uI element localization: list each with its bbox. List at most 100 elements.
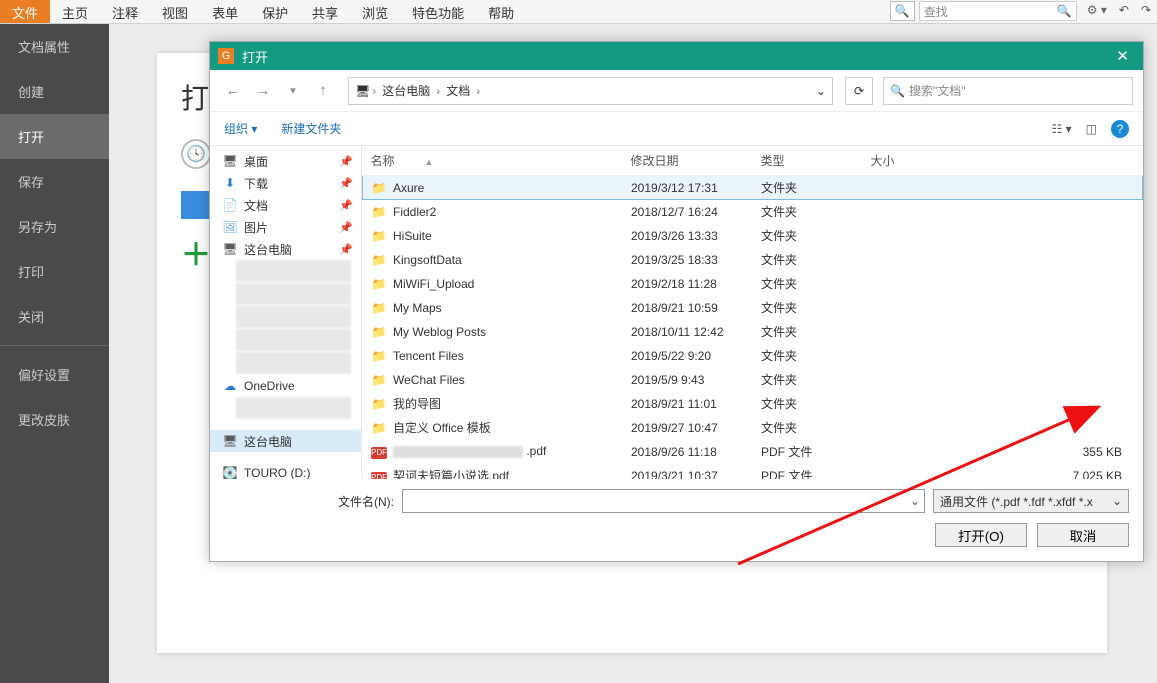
sidebar-item-saveas[interactable]: 另存为	[0, 204, 109, 249]
ribbon-tab-annotate[interactable]: 注释	[100, 0, 150, 23]
sidebar-item-print[interactable]: 打印	[0, 249, 109, 294]
ribbon-search-input[interactable]: 查找 🔍	[919, 1, 1077, 21]
dialog-nav-bar: ← → ▾ ↑ 🖥 › 这台电脑 › 文档 › ⌄ ⟳ 🔍 搜索"文档"	[210, 70, 1143, 112]
sidebar-item-save[interactable]: 保存	[0, 159, 109, 204]
search-icon-button[interactable]: 🔍	[890, 1, 915, 21]
close-icon[interactable]: ✕	[1110, 47, 1135, 65]
newfolder-button[interactable]: 新建文件夹	[281, 120, 341, 137]
filetype-text: 通用文件 (*.pdf *.fdf *.xfdf *.x	[940, 493, 1093, 510]
folder-tree[interactable]: 🖥桌面📌⬇下载📌📄文档📌🖼图片📌🖥这台电脑📌☁OneDrive🖥这台电脑💽TOU…	[210, 146, 362, 479]
folder-icon: 📁	[371, 253, 387, 267]
nav-up-icon[interactable]: ↑	[310, 78, 336, 104]
tree-label: TOURO (D:)	[244, 466, 310, 479]
filename-label: 文件名(N):	[224, 493, 394, 510]
dialog-search-placeholder: 搜索"文档"	[909, 82, 966, 99]
sidebar-item-close[interactable]: 关闭	[0, 294, 109, 339]
help-icon[interactable]: ?	[1111, 120, 1129, 138]
ribbon-tab-browse[interactable]: 浏览	[350, 0, 400, 23]
file-size	[863, 320, 1143, 344]
tree-item-redacted[interactable]	[236, 306, 351, 328]
ribbon-tab-home[interactable]: 主页	[50, 0, 100, 23]
tree-icon: 💽	[222, 466, 238, 479]
tree-item[interactable]: 💽 TOURO (D:)	[210, 462, 361, 479]
open-button[interactable]: 打开(O)	[935, 523, 1027, 547]
tree-icon: ⬇	[222, 176, 238, 190]
tree-label: 下载	[244, 175, 268, 192]
file-row[interactable]: 📁我的导图2018/9/21 11:01文件夹	[363, 392, 1143, 416]
folder-icon: 📁	[371, 181, 387, 195]
nav-recent-icon[interactable]: ▾	[280, 78, 306, 104]
folder-icon: 📁	[371, 325, 387, 339]
file-row[interactable]: 📁自定义 Office 模板2019/9/27 10:47文件夹	[363, 416, 1143, 440]
file-row[interactable]: 📁HiSuite2019/3/26 13:33文件夹	[363, 224, 1143, 248]
chevron-down-icon[interactable]: ⌄	[910, 494, 920, 508]
filename-input[interactable]: ⌄	[402, 489, 925, 513]
nav-back-icon[interactable]: ←	[220, 78, 246, 104]
tree-label: 文档	[244, 197, 268, 214]
sidebar-item-docprops[interactable]: 文档属性	[0, 24, 109, 69]
cancel-button[interactable]: 取消	[1037, 523, 1129, 547]
undo-icon[interactable]: ↶	[1113, 0, 1135, 23]
redo-icon[interactable]: ↷	[1135, 0, 1157, 23]
col-type[interactable]: 类型	[753, 146, 863, 176]
ribbon-tab-help[interactable]: 帮助	[476, 0, 526, 23]
ribbon-tab-file[interactable]: 文件	[0, 0, 50, 23]
tree-item-redacted[interactable]	[236, 283, 351, 305]
dialog-search-input[interactable]: 🔍 搜索"文档"	[883, 77, 1133, 105]
nav-forward-icon[interactable]: →	[250, 78, 276, 104]
ribbon-tab-protect[interactable]: 保护	[250, 0, 300, 23]
file-type: 文件夹	[753, 224, 863, 248]
tree-item[interactable]: 🖥这台电脑📌	[210, 238, 361, 260]
ribbon-tab-form[interactable]: 表单	[200, 0, 250, 23]
col-date[interactable]: 修改日期	[623, 146, 753, 176]
col-size[interactable]: 大小	[863, 146, 1143, 176]
tree-item-redacted[interactable]	[236, 260, 351, 282]
breadcrumb-bar[interactable]: 🖥 › 这台电脑 › 文档 › ⌄	[348, 77, 833, 105]
file-type: 文件夹	[753, 296, 863, 320]
ribbon-tab-view[interactable]: 视图	[150, 0, 200, 23]
ribbon-tab-share[interactable]: 共享	[300, 0, 350, 23]
tree-item[interactable]: 🖥这台电脑	[210, 430, 361, 452]
file-row[interactable]: 📁My Weblog Posts2018/10/11 12:42文件夹	[363, 320, 1143, 344]
sidebar-item-skin[interactable]: 更改皮肤	[0, 397, 109, 442]
folder-icon: 📁	[371, 397, 387, 411]
tree-item-redacted[interactable]	[236, 352, 351, 374]
file-list[interactable]: 名称▲ 修改日期 类型 大小 📁Axure2019/3/12 17:31文件夹📁…	[362, 146, 1143, 479]
sidebar-item-create[interactable]: 创建	[0, 69, 109, 114]
file-type: 文件夹	[753, 392, 863, 416]
file-date: 2019/9/27 10:47	[623, 416, 753, 440]
file-row[interactable]: 📁KingsoftData2019/3/25 18:33文件夹	[363, 248, 1143, 272]
file-row[interactable]: 📁MiWiFi_Upload2019/2/18 11:28文件夹	[363, 272, 1143, 296]
refresh-icon[interactable]: ⟳	[845, 77, 873, 105]
sidebar-item-open[interactable]: 打开	[0, 114, 109, 159]
preview-pane-icon[interactable]: ◫	[1086, 122, 1097, 136]
tree-item-redacted[interactable]	[236, 329, 351, 351]
file-row[interactable]: 📁WeChat Files2019/5/9 9:43文件夹	[363, 368, 1143, 392]
col-name[interactable]: 名称▲	[363, 146, 623, 176]
file-row[interactable]: 📁Axure2019/3/12 17:31文件夹	[363, 176, 1143, 200]
dialog-titlebar[interactable]: G 打开 ✕	[210, 42, 1143, 70]
ribbon-tab-special[interactable]: 特色功能	[400, 0, 476, 23]
organize-button[interactable]: 组织 ▾	[224, 120, 257, 137]
folder-icon: 📁	[371, 277, 387, 291]
file-row[interactable]: PDF契诃夫短篇小说选.pdf2019/3/21 10:37PDF 文件7,02…	[363, 464, 1143, 480]
tree-item[interactable]: ☁OneDrive	[210, 375, 361, 397]
chevron-down-icon[interactable]: ⌄	[816, 84, 826, 98]
tree-label: 这台电脑	[244, 241, 292, 258]
view-mode-icon[interactable]: ☷ ▾	[1052, 122, 1072, 136]
file-row[interactable]: 📁Tencent Files2019/5/22 9:20文件夹	[363, 344, 1143, 368]
tree-item[interactable]: 🖼图片📌	[210, 216, 361, 238]
file-row[interactable]: 📁Fiddler22018/12/7 16:24文件夹	[363, 200, 1143, 224]
settings-gear-icon[interactable]: ⚙ ▾	[1081, 0, 1113, 23]
file-row[interactable]: PDF .pdf2018/9/26 11:18PDF 文件355 KB	[363, 440, 1143, 464]
filetype-select[interactable]: 通用文件 (*.pdf *.fdf *.xfdf *.x ⌄	[933, 489, 1129, 513]
crumb-thispc[interactable]: 这台电脑	[378, 82, 434, 99]
file-row[interactable]: 📁My Maps2018/9/21 10:59文件夹	[363, 296, 1143, 320]
tree-item[interactable]: ⬇下载📌	[210, 172, 361, 194]
tree-item[interactable]: 🖥桌面📌	[210, 150, 361, 172]
crumb-documents[interactable]: 文档	[442, 82, 474, 99]
tree-item[interactable]: 📄文档📌	[210, 194, 361, 216]
tree-item-redacted[interactable]	[236, 397, 351, 419]
sidebar-item-prefs[interactable]: 偏好设置	[0, 352, 109, 397]
folder-icon: 📁	[371, 229, 387, 243]
